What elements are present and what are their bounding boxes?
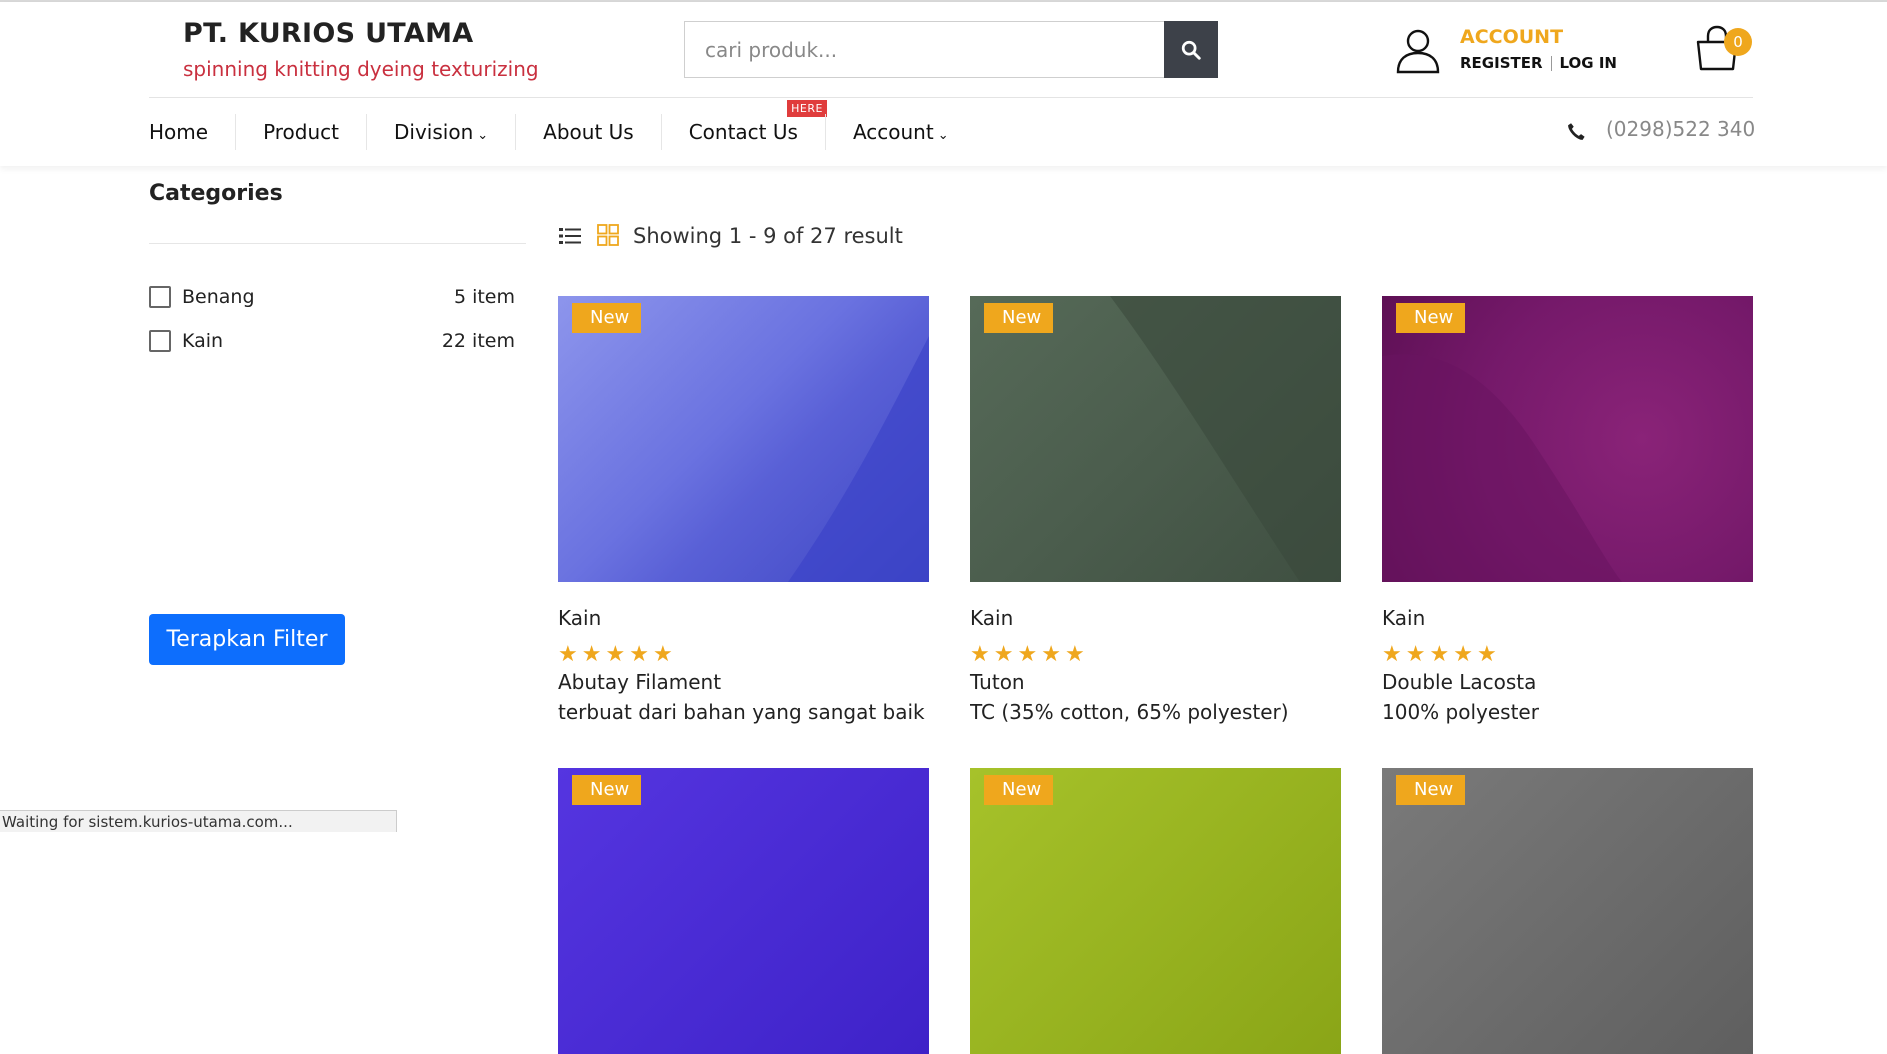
category-count: 22 item (441, 330, 515, 352)
product-image[interactable]: New (970, 296, 1341, 582)
site-header: PT. KURIOS UTAMA spinning knitting dyein… (0, 2, 1887, 166)
star-icon: ★ (652, 642, 673, 667)
product-name[interactable]: Abutay Filament (558, 670, 929, 694)
nav-about-us[interactable]: About Us (515, 114, 661, 150)
product-name[interactable]: Tuton (970, 670, 1341, 694)
category-checkbox[interactable] (149, 286, 171, 308)
nav-home[interactable]: Home (149, 114, 235, 150)
divider (1550, 55, 1552, 71)
new-badge: New (984, 775, 1054, 805)
nav-contact-us[interactable]: Contact Us HERE (660, 100, 827, 150)
nav-division-label: Division (394, 120, 474, 144)
category-checkbox[interactable] (149, 330, 171, 352)
header-divider (149, 97, 1753, 98)
star-icon: ★ (1476, 642, 1497, 667)
category-left: Kain (149, 330, 223, 352)
nav-division[interactable]: Division ⌄ (366, 114, 515, 150)
nav-product-label: Product (263, 120, 339, 144)
register-link[interactable]: REGISTER (1460, 54, 1543, 72)
account-links: REGISTER LOG IN (1460, 54, 1617, 72)
search-button[interactable] (1164, 21, 1218, 78)
account-title[interactable]: ACCOUNT (1460, 26, 1563, 48)
nav-account-label: Account (852, 120, 934, 144)
star-icon: ★ (1453, 642, 1473, 667)
product-description: TC (35% cotton, 65% polyester) (970, 700, 1289, 724)
grid-view-icon[interactable] (597, 224, 619, 246)
phone-icon (1568, 123, 1585, 140)
product-card[interactable]: New (558, 768, 929, 1054)
results-summary: Showing 1 - 9 of 27 result (633, 224, 903, 248)
rating-stars: ★ ★ ★ ★ ★ (970, 644, 1341, 666)
rating-stars: ★ ★ ★ ★ ★ (558, 644, 929, 666)
fabric-fold (1110, 296, 1341, 582)
product-image[interactable]: New (1382, 296, 1753, 582)
cart-count-badge: 0 (1724, 28, 1752, 56)
category-item-benang[interactable]: Benang 5 item (149, 284, 515, 310)
categories-divider (149, 243, 526, 244)
category-item-kain[interactable]: Kain 22 item (149, 328, 515, 354)
star-icon: ★ (629, 642, 649, 667)
search-input[interactable] (685, 22, 1161, 77)
phone-number[interactable]: (0298)522 340 (1606, 117, 1755, 141)
product-image[interactable]: New (1382, 768, 1753, 1054)
product-category: Kain (1382, 606, 1426, 630)
brand-title[interactable]: PT. KURIOS UTAMA (183, 18, 473, 49)
nav-home-label: Home (149, 120, 209, 144)
new-badge: New (1396, 303, 1466, 333)
product-image[interactable]: New (558, 768, 929, 1054)
apply-filter-button[interactable]: Terapkan Filter (149, 614, 345, 665)
product-card[interactable]: New Kain ★ ★ ★ ★ ★ Double Lacosta 100% polye… (1382, 296, 1753, 724)
star-icon: ★ (993, 642, 1014, 667)
product-description: 100% polyester (1382, 700, 1539, 724)
new-badge: New (1396, 775, 1466, 805)
product-description: terbuat dari bahan yang sangat baik (558, 700, 925, 724)
list-view-icon[interactable] (558, 224, 582, 248)
chevron-down-icon: ⌄ (477, 128, 489, 143)
star-icon: ★ (605, 642, 626, 667)
nav-product[interactable]: Product (235, 114, 366, 150)
category-left: Benang (149, 286, 255, 308)
brand-tagline: spinning knitting dyeing texturizing (183, 57, 539, 81)
star-icon: ★ (581, 642, 602, 667)
star-icon: ★ (1429, 642, 1450, 667)
product-category: Kain (558, 606, 602, 630)
nav-contact-label: Contact Us (688, 120, 798, 144)
star-icon: ★ (1382, 642, 1402, 667)
user-icon[interactable] (1394, 26, 1442, 74)
product-card[interactable]: New (970, 768, 1341, 1054)
here-badge: HERE (787, 100, 827, 117)
product-card[interactable]: New Kain ★ ★ ★ ★ ★ Abutay Filament terbuat d… (558, 296, 929, 724)
product-name[interactable]: Double Lacosta (1382, 670, 1753, 694)
fabric-fold (1382, 354, 1622, 582)
new-badge: New (572, 303, 642, 333)
category-label: Benang (182, 286, 255, 308)
star-icon: ★ (1041, 642, 1061, 667)
new-badge: New (984, 303, 1054, 333)
nav-account[interactable]: Account ⌄ (824, 114, 976, 150)
product-image[interactable]: New (970, 768, 1341, 1054)
categories-title: Categories (149, 181, 283, 206)
chevron-down-icon: ⌄ (937, 128, 949, 143)
nav-about-label: About Us (543, 120, 634, 144)
search-icon (1181, 40, 1201, 60)
product-card[interactable]: New Kain ★ ★ ★ ★ ★ Tuton TC (35% cotton, 65%… (970, 296, 1341, 724)
product-card[interactable]: New (1382, 768, 1753, 1054)
login-link[interactable]: LOG IN (1560, 54, 1617, 72)
browser-status-bar: Waiting for sistem.kurios-utama.com... (0, 810, 397, 832)
main-nav: Home Product Division ⌄ About Us Contact … (149, 100, 976, 150)
star-icon: ★ (1064, 642, 1085, 667)
rating-stars: ★ ★ ★ ★ ★ (1382, 644, 1753, 666)
star-icon: ★ (558, 642, 578, 667)
category-label: Kain (182, 330, 224, 352)
category-count: 5 item (453, 286, 515, 308)
search-bar (684, 21, 1218, 78)
product-category: Kain (970, 606, 1014, 630)
star-icon: ★ (1017, 642, 1038, 667)
star-icon: ★ (1405, 642, 1426, 667)
new-badge: New (572, 775, 642, 805)
product-image[interactable]: New (558, 296, 929, 582)
star-icon: ★ (970, 642, 990, 667)
fabric-fold (788, 336, 929, 582)
